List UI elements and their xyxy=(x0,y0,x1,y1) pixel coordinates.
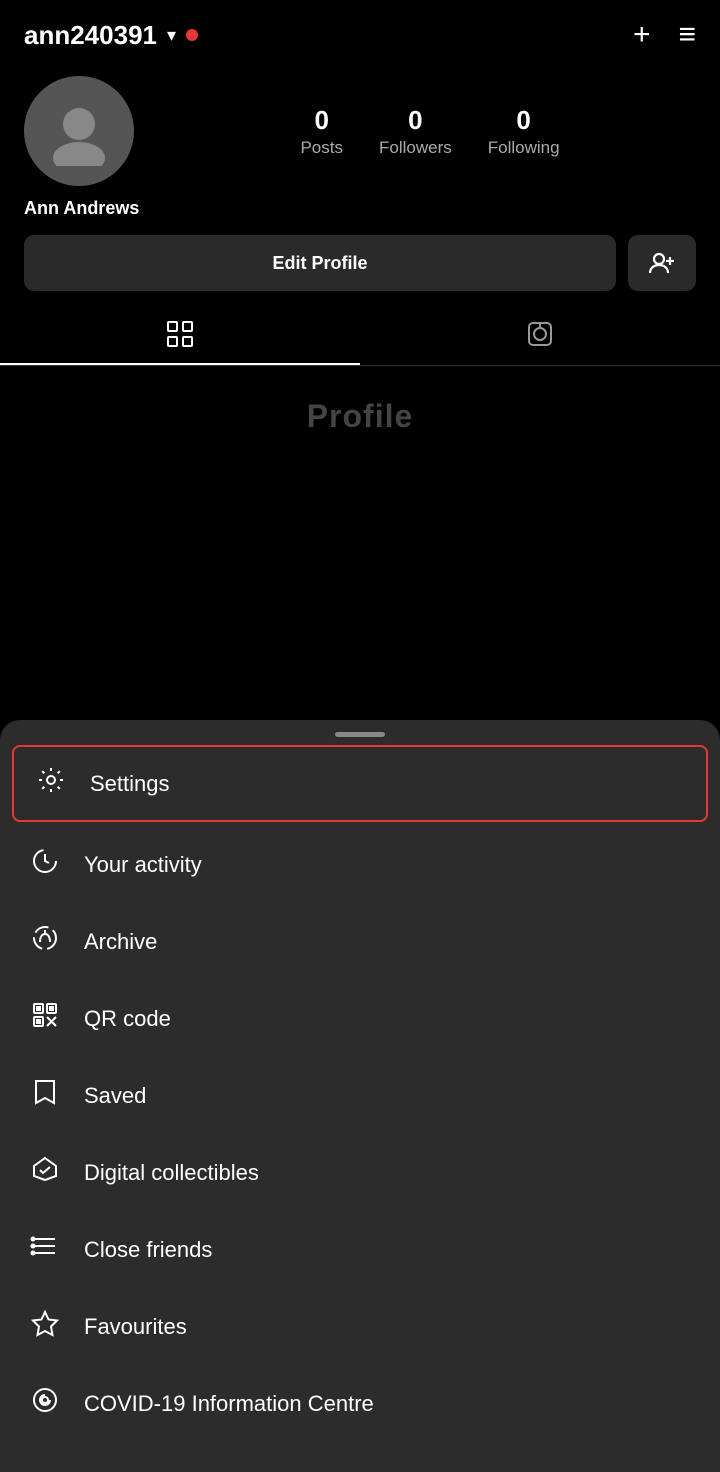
menu-item-digital-collectibles[interactable]: Digital collectibles xyxy=(0,1134,720,1211)
top-nav-left: ann240391 ▾ xyxy=(24,20,198,51)
tab-tagged[interactable] xyxy=(360,303,720,365)
tabs-row xyxy=(0,303,720,366)
username[interactable]: ann240391 xyxy=(24,20,157,51)
posts-stat[interactable]: 0 Posts xyxy=(300,105,343,158)
grid-icon xyxy=(165,319,195,349)
edit-profile-button[interactable]: Edit Profile xyxy=(24,235,616,291)
close-friends-label: Close friends xyxy=(84,1237,212,1263)
archive-label: Archive xyxy=(84,929,157,955)
profile-ghost-text: Profile xyxy=(307,398,414,435)
saved-icon xyxy=(28,1077,62,1114)
settings-icon xyxy=(34,765,68,802)
posts-count: 0 xyxy=(314,105,328,136)
online-dot xyxy=(186,29,198,41)
menu-item-settings[interactable]: Settings xyxy=(12,745,708,822)
following-count: 0 xyxy=(516,105,530,136)
add-person-button[interactable] xyxy=(628,235,696,291)
menu-item-close-friends[interactable]: Close friends xyxy=(0,1211,720,1288)
covid-icon xyxy=(28,1385,62,1422)
close-friends-icon xyxy=(28,1231,62,1268)
followers-stat[interactable]: 0 Followers xyxy=(379,105,452,158)
covid-label: COVID-19 Information Centre xyxy=(84,1391,374,1417)
menu-item-qr-code[interactable]: QR code xyxy=(0,980,720,1057)
your-activity-label: Your activity xyxy=(84,852,202,878)
top-nav-right: + ≡ xyxy=(633,18,696,52)
edit-profile-row: Edit Profile xyxy=(24,235,696,303)
profile-name: Ann Andrews xyxy=(24,198,696,219)
top-nav: ann240391 ▾ + ≡ xyxy=(0,0,720,62)
sheet-handle xyxy=(335,732,385,737)
profile-section: 0 Posts 0 Followers 0 Following Ann Andr… xyxy=(0,62,720,303)
digital-collectibles-icon xyxy=(28,1154,62,1191)
posts-label: Posts xyxy=(300,138,343,158)
stats-row: 0 Posts 0 Followers 0 Following xyxy=(164,105,696,158)
tab-grid[interactable] xyxy=(0,303,360,365)
menu-item-your-activity[interactable]: Your activity xyxy=(0,826,720,903)
settings-label: Settings xyxy=(90,771,170,797)
qr-code-icon xyxy=(28,1000,62,1037)
bottom-sheet: Settings Your activity Archive xyxy=(0,720,720,1472)
chevron-down-icon[interactable]: ▾ xyxy=(167,25,176,46)
empty-content-area: Profile xyxy=(0,366,720,466)
followers-label: Followers xyxy=(379,138,452,158)
menu-item-saved[interactable]: Saved xyxy=(0,1057,720,1134)
favourites-label: Favourites xyxy=(84,1314,187,1340)
profile-info-row: 0 Posts 0 Followers 0 Following xyxy=(24,76,696,186)
following-stat[interactable]: 0 Following xyxy=(488,105,560,158)
following-label: Following xyxy=(488,138,560,158)
menu-item-favourites[interactable]: Favourites xyxy=(0,1288,720,1365)
menu-item-archive[interactable]: Archive xyxy=(0,903,720,980)
hamburger-menu-icon[interactable]: ≡ xyxy=(678,18,696,52)
add-person-icon xyxy=(648,249,676,277)
avatar[interactable] xyxy=(24,76,134,186)
menu-item-covid[interactable]: COVID-19 Information Centre xyxy=(0,1365,720,1442)
archive-icon xyxy=(28,923,62,960)
avatar-image xyxy=(44,96,114,166)
add-post-icon[interactable]: + xyxy=(633,18,651,52)
favourites-icon xyxy=(28,1308,62,1345)
tagged-icon xyxy=(525,319,555,349)
followers-count: 0 xyxy=(408,105,422,136)
saved-label: Saved xyxy=(84,1083,146,1109)
your-activity-icon xyxy=(28,846,62,883)
qr-code-label: QR code xyxy=(84,1006,171,1032)
digital-collectibles-label: Digital collectibles xyxy=(84,1160,259,1186)
